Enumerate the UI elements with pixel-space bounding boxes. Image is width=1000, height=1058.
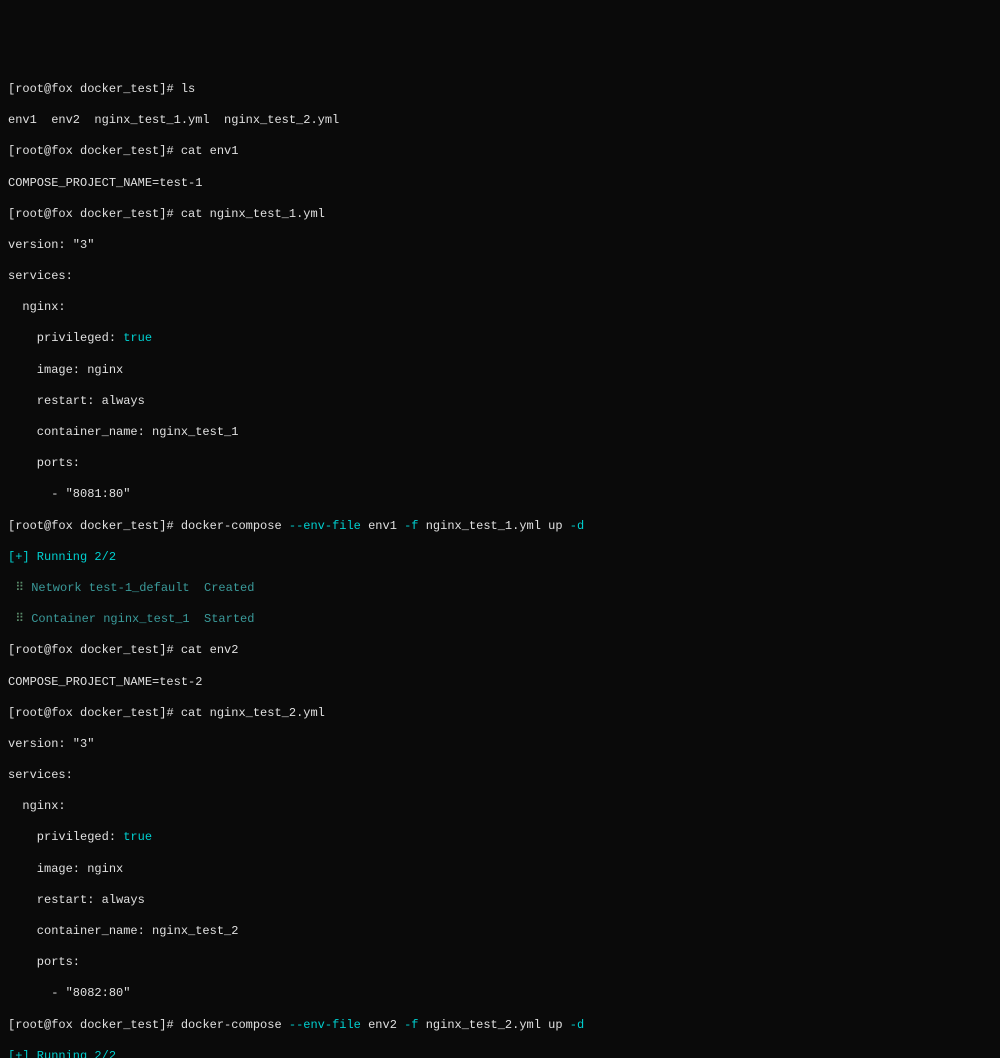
prompt-line: [root@fox docker_test]# ls <box>8 82 992 98</box>
compose-running: [+] Running 2/2 <box>8 550 992 566</box>
yaml-line: privileged: true <box>8 331 992 347</box>
terminal-output[interactable]: [root@fox docker_test]# ls env1 env2 ngi… <box>8 66 992 1058</box>
compose-running: [+] Running 2/2 <box>8 1049 992 1058</box>
prompt-line: [root@fox docker_test]# cat nginx_test_2… <box>8 706 992 722</box>
yaml-line: container_name: nginx_test_2 <box>8 924 992 940</box>
prompt-line: [root@fox docker_test]# cat env1 <box>8 144 992 160</box>
yaml-line: services: <box>8 269 992 285</box>
yaml-line: restart: always <box>8 893 992 909</box>
yaml-line: nginx: <box>8 799 992 815</box>
prompt-line: [root@fox docker_test]# cat nginx_test_1… <box>8 207 992 223</box>
env2-output: COMPOSE_PROJECT_NAME=test-2 <box>8 675 992 691</box>
prompt-line: [root@fox docker_test]# docker-compose -… <box>8 1018 992 1034</box>
yaml-line: image: nginx <box>8 363 992 379</box>
yaml-line: services: <box>8 768 992 784</box>
prompt-line: [root@fox docker_test]# cat env2 <box>8 643 992 659</box>
yaml-line: version: "3" <box>8 737 992 753</box>
compose-container: ⠿ Container nginx_test_1 Started <box>8 612 992 628</box>
yaml-line: version: "3" <box>8 238 992 254</box>
yaml-line: ports: <box>8 456 992 472</box>
yaml-line: - "8081:80" <box>8 487 992 503</box>
env1-output: COMPOSE_PROJECT_NAME=test-1 <box>8 176 992 192</box>
yaml-line: restart: always <box>8 394 992 410</box>
ls-output: env1 env2 nginx_test_1.yml nginx_test_2.… <box>8 113 992 129</box>
compose-network: ⠿ Network test-1_default Created <box>8 581 992 597</box>
yaml-line: image: nginx <box>8 862 992 878</box>
prompt-line: [root@fox docker_test]# docker-compose -… <box>8 519 992 535</box>
yaml-line: privileged: true <box>8 830 992 846</box>
yaml-line: ports: <box>8 955 992 971</box>
yaml-line: nginx: <box>8 300 992 316</box>
yaml-line: - "8082:80" <box>8 986 992 1002</box>
yaml-line: container_name: nginx_test_1 <box>8 425 992 441</box>
